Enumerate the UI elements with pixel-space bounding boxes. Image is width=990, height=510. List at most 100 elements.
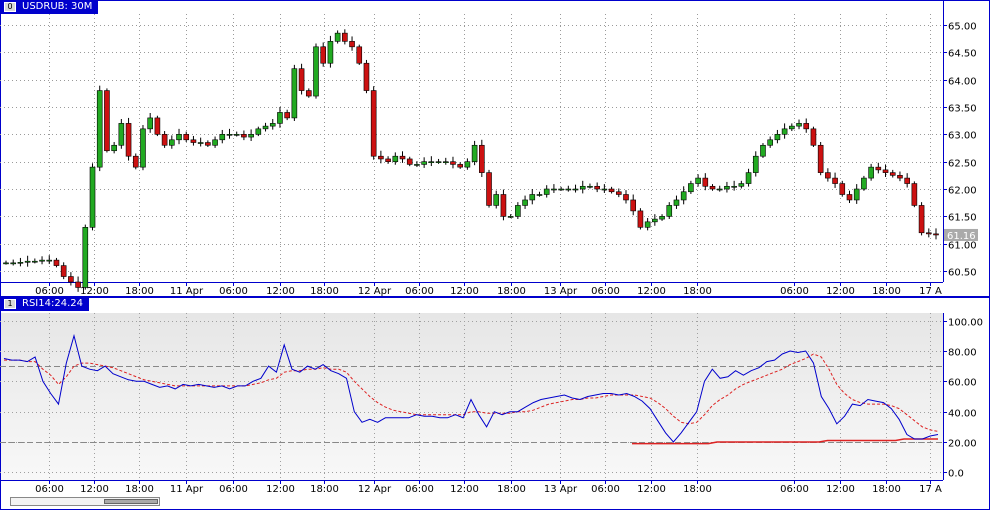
candle-body [82,227,89,288]
candle-body [529,194,536,201]
candle-body [421,161,427,165]
candle-body [3,262,9,265]
candle [911,181,918,208]
candle-body [615,191,622,195]
panel-index-icon[interactable]: 0 [4,2,16,12]
candle [313,43,319,99]
candle-body [39,259,45,262]
candle [486,169,492,208]
candle-body [774,134,781,141]
candle-body [652,218,658,223]
price-time-label: 18:00 [310,286,339,297]
candle-body [904,177,910,184]
candle-body [414,164,420,166]
price-axis-label: 61.50 [948,213,977,224]
candle-body [666,205,673,217]
candle-body [673,199,680,206]
candle-body [543,188,550,195]
candle-body [313,46,319,97]
horizontal-scrollbar[interactable] [10,497,160,506]
rsi-time-label: 06:00 [591,484,620,495]
candle [817,141,824,176]
candle-body [551,188,557,191]
price-axis-label: 64.00 [948,77,977,88]
candle-body [125,123,132,157]
candle-body [262,125,269,130]
candle-body [226,134,233,136]
candle [140,125,146,171]
candle-body [630,199,637,212]
candle-body [327,41,334,64]
candle-body [817,144,824,173]
candle-body [370,90,377,157]
candle-body [140,128,146,168]
price-time-label: 06:00 [780,286,809,297]
candle [154,115,161,137]
rsi-time-label: 12:00 [80,484,109,495]
candle-body [450,161,456,165]
rsi-time-label: 11 Apr [170,484,204,495]
candle [118,119,125,149]
rsi-axis-label: 80.00 [948,348,977,359]
candle-body [96,90,103,168]
candle-body [305,90,312,97]
candle-body [111,144,117,152]
rsi-time-label: 12:00 [637,484,666,495]
price-axis-label: 62.50 [948,159,977,170]
candle-body [68,276,74,283]
rsi-axis-label: 20.00 [948,439,977,450]
scrollbar-thumb[interactable] [104,499,158,504]
candle-body [349,41,355,48]
candle-body [803,123,810,130]
candle-body [298,68,305,91]
candle [291,64,298,121]
candle-body [104,90,110,152]
candle-body [118,123,125,146]
candle-body [89,166,96,228]
candle-body [334,32,341,42]
price-time-label: 06:00 [405,286,434,297]
price-time-label: 18:00 [497,286,526,297]
candle [861,175,867,191]
rsi-chart-svg: 100.00 80.00 60.00 40.00 20.00 0.0 06:00 12:00… [0,297,990,510]
candle-body [24,260,31,263]
candle-body [659,216,665,220]
panel-index-icon[interactable]: 1 [4,299,16,309]
rsi-time-label: 12:00 [450,484,479,495]
rsi-time-label: 18:00 [125,484,154,495]
rsi-time-label: 18:00 [310,484,339,495]
candle-body [522,199,528,206]
candle-body [10,262,17,265]
candle-body [161,134,168,146]
candle-body [169,139,175,146]
candle-body [515,205,521,217]
candle [479,139,485,177]
rsi-time-label: 17 A [919,484,942,495]
candle-body [428,161,435,163]
rsi-time-label: 06:00 [35,484,64,495]
rsi-time-label: 18:00 [497,484,526,495]
candle-body [255,128,262,135]
candle-body [861,177,867,190]
price-time-label: 12 Apr [358,286,392,297]
price-time-label: 13 Apr [544,286,578,297]
candle-body [587,185,593,188]
rsi-time-label: 06:00 [780,484,809,495]
candle-body [406,158,413,165]
rsi-axis-label: 0.0 [948,469,964,480]
candle-body [392,155,399,162]
candle-body [716,188,723,191]
candle-body [825,172,831,179]
candle-body [897,175,903,179]
rsi-axis-label: 100.00 [948,318,983,329]
candle-body [889,172,896,176]
candle-body [918,205,925,234]
candle-body [760,144,766,157]
price-panel-title: 0 USDRUB: 30M [0,0,99,14]
candle-body [399,155,406,160]
rsi-time-label: 12 Apr [358,484,392,495]
candle-body [457,164,463,168]
candle-body [925,232,932,235]
candle-body [435,161,442,163]
candle-body [147,117,153,130]
